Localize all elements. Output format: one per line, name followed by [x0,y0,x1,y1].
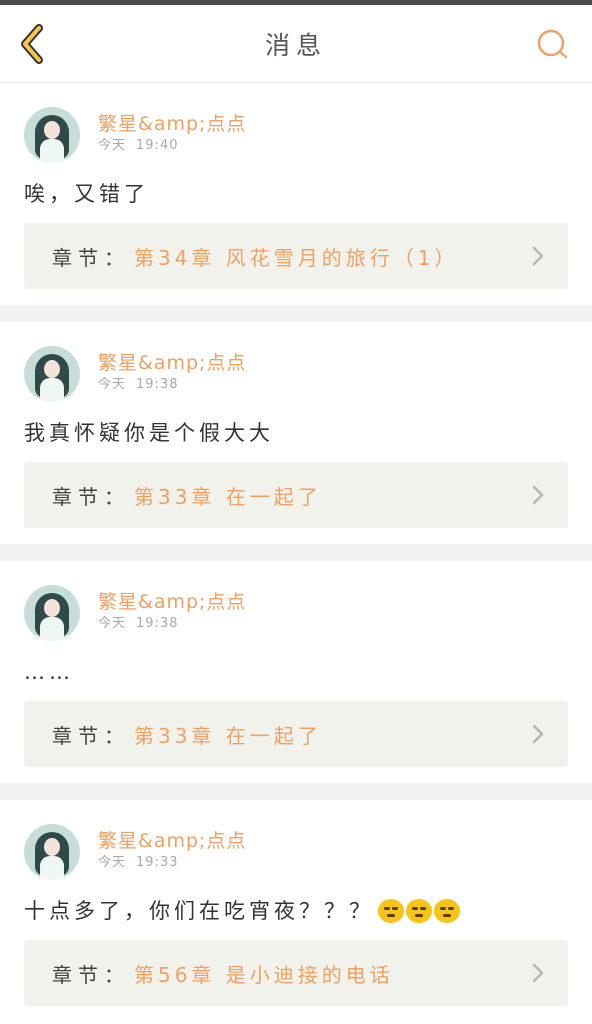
card-divider [0,305,592,322]
chapter-label: 章节： [52,962,130,987]
timestamp-date: 今天 [98,377,127,392]
chapter-link[interactable]: 章节： 第34章 风花雪月的旅行（1） [24,223,568,289]
card-divider [0,544,592,561]
message-text-body: 我真怀疑你是个假大大 [24,421,274,445]
author-meta: 繁星&amp;点点 今天 19:33 [98,824,246,872]
awkward-face-emoji-icon [406,899,432,923]
chapter-title: 第34章 风花雪月的旅行（1） [134,245,459,270]
timestamp-time: 19:33 [136,855,179,870]
avatar[interactable] [24,346,80,402]
username[interactable]: 繁星&amp;点点 [98,350,246,376]
timestamp-time: 19:38 [136,377,179,392]
back-button[interactable] [14,22,50,66]
chevron-right-icon [532,724,544,744]
chapter-link[interactable]: 章节： 第33章 在一起了 [24,462,568,528]
page-title: 消息 [264,30,327,60]
message-text-body: …… [24,660,74,684]
card-divider [0,783,592,800]
chapter-label: 章节： [52,723,130,748]
message-author: 繁星&amp;点点 今天 19:33 [24,824,568,882]
timestamp: 今天 19:38 [98,615,246,633]
chapter-label: 章节： [52,484,130,509]
timestamp-time: 19:40 [136,138,179,153]
message-text: 我真怀疑你是个假大大 [24,418,568,448]
avatar[interactable] [24,107,80,163]
chapter-title: 第56章 是小迪接的电话 [134,962,394,987]
chapter-title: 第33章 在一起了 [134,484,322,509]
chapter-title: 第33章 在一起了 [134,723,322,748]
message-list: 繁星&amp;点点 今天 19:40 唉，又错了 章节： 第34章 风花雪月的旅行… [0,83,592,1022]
chevron-right-icon [532,485,544,505]
chapter-link[interactable]: 章节： 第33章 在一起了 [24,701,568,767]
top-bar: 消息 [0,5,592,83]
message-author: 繁星&amp;点点 今天 19:38 [24,585,568,643]
message-author: 繁星&amp;点点 今天 19:38 [24,346,568,404]
username[interactable]: 繁星&amp;点点 [98,111,246,137]
search-icon [537,29,568,58]
avatar[interactable] [24,585,80,641]
timestamp: 今天 19:38 [98,376,246,394]
awkward-face-emoji-icon [378,899,404,923]
message-text: …… [24,657,568,687]
timestamp-date: 今天 [98,616,127,631]
timestamp: 今天 19:33 [98,854,246,872]
message-card: 繁星&amp;点点 今天 19:38 我真怀疑你是个假大大 章节： 第33章 在一… [0,322,592,544]
chevron-right-icon [532,246,544,266]
username[interactable]: 繁星&amp;点点 [98,828,246,854]
timestamp-date: 今天 [98,138,127,153]
message-text-body: 十点多了，你们在吃宵夜？？？ [24,899,374,923]
author-meta: 繁星&amp;点点 今天 19:38 [98,585,246,633]
timestamp: 今天 19:40 [98,137,246,155]
author-meta: 繁星&amp;点点 今天 19:40 [98,107,246,155]
message-text-body: 唉，又错了 [24,182,149,206]
message-card: 繁星&amp;点点 今天 19:38 …… 章节： 第33章 在一起了 [0,561,592,783]
emoji-group [378,899,462,923]
timestamp-date: 今天 [98,855,127,870]
avatar[interactable] [24,824,80,880]
timestamp-time: 19:38 [136,616,179,631]
message-card: 繁星&amp;点点 今天 19:33 十点多了，你们在吃宵夜？？？ 章节： 第56… [0,800,592,1022]
message-card: 繁星&amp;点点 今天 19:40 唉，又错了 章节： 第34章 风花雪月的旅行… [0,83,592,305]
chapter-link[interactable]: 章节： 第56章 是小迪接的电话 [24,940,568,1006]
awkward-face-emoji-icon [434,899,460,923]
search-button[interactable] [534,26,570,62]
message-text: 十点多了，你们在吃宵夜？？？ [24,896,568,926]
message-author: 繁星&amp;点点 今天 19:40 [24,107,568,165]
username[interactable]: 繁星&amp;点点 [98,589,246,615]
chevron-left-icon [21,23,43,64]
author-meta: 繁星&amp;点点 今天 19:38 [98,346,246,394]
chevron-right-icon [532,963,544,983]
chapter-label: 章节： [52,245,130,270]
message-text: 唉，又错了 [24,179,568,209]
